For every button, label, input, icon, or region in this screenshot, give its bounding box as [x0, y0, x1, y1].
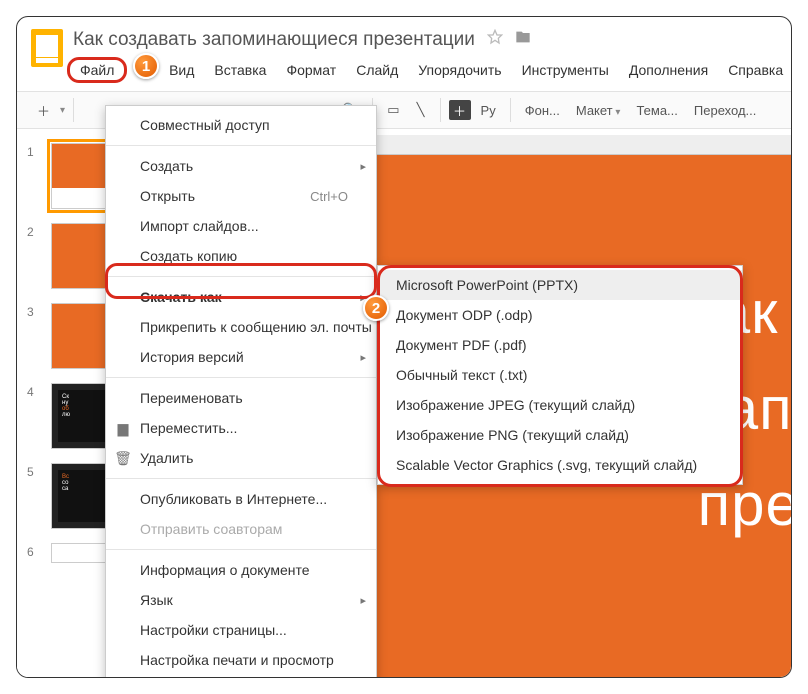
background-button[interactable]: Фон...	[519, 99, 566, 122]
submenu-txt[interactable]: Обычный текст (.txt)	[378, 360, 742, 390]
layout-button[interactable]: Макет	[570, 99, 627, 122]
line-tool[interactable]: ╲	[410, 97, 432, 123]
submenu-pptx[interactable]: Microsoft PowerPoint (PPTX)	[378, 270, 742, 300]
select-tool[interactable]: ▭	[381, 97, 405, 123]
new-slide-button[interactable]: ＋	[31, 97, 56, 123]
menu-import-slides[interactable]: Импорт слайдов...	[106, 211, 376, 241]
download-as-submenu: Microsoft PowerPoint (PPTX) Документ ODP…	[377, 265, 743, 485]
menu-file[interactable]: Файл	[67, 57, 127, 83]
thumb-number: 3	[27, 303, 41, 319]
callout-badge-2: 2	[363, 295, 389, 321]
submenu-png[interactable]: Изображение PNG (текущий слайд)	[378, 420, 742, 450]
transition-button[interactable]: Переход...	[688, 99, 762, 122]
menu-print-preview[interactable]: Настройка печати и просмотр	[106, 645, 376, 675]
file-menu-panel: Совместный доступ Создать ОткрытьCtrl+O …	[105, 105, 377, 678]
thumb-number: 1	[27, 143, 41, 159]
trash-icon: 🗑	[114, 450, 132, 467]
menu-help[interactable]: Справка	[718, 58, 792, 82]
add-comment-button[interactable]: ＋	[449, 100, 471, 120]
menu-open[interactable]: ОткрытьCtrl+O	[106, 181, 376, 211]
submenu-jpeg[interactable]: Изображение JPEG (текущий слайд)	[378, 390, 742, 420]
menu-new[interactable]: Создать	[106, 151, 376, 181]
menu-email-attachment[interactable]: Прикрепить к сообщению эл. почты	[106, 312, 376, 342]
menu-language[interactable]: Язык	[106, 585, 376, 615]
menu-make-copy[interactable]: Создать копию	[106, 241, 376, 271]
menu-addons[interactable]: Дополнения	[619, 58, 718, 82]
thumb-number: 4	[27, 383, 41, 399]
slides-logo	[31, 29, 63, 67]
text-tool[interactable]: Ру	[475, 97, 502, 123]
menu-delete[interactable]: 🗑Удалить	[106, 443, 376, 473]
menu-view[interactable]: Вид	[159, 58, 204, 82]
theme-button[interactable]: Тема...	[630, 99, 683, 122]
menu-format[interactable]: Формат	[276, 58, 346, 82]
submenu-svg[interactable]: Scalable Vector Graphics (.svg, текущий …	[378, 450, 742, 480]
thumb-number: 5	[27, 463, 41, 479]
folder-icon[interactable]	[515, 29, 531, 51]
callout-badge-1: 1	[133, 53, 159, 79]
thumb-number: 6	[27, 543, 41, 559]
menu-move[interactable]: ▆Переместить...	[106, 413, 376, 443]
menu-arrange[interactable]: Упорядочить	[408, 58, 511, 82]
menu-tools[interactable]: Инструменты	[512, 58, 619, 82]
menu-version-history[interactable]: История версий	[106, 342, 376, 372]
menu-email-collaborators: Отправить соавторам	[106, 514, 376, 544]
star-icon[interactable]	[487, 29, 503, 51]
menu-page-setup[interactable]: Настройки страницы...	[106, 615, 376, 645]
menu-share[interactable]: Совместный доступ	[106, 110, 376, 140]
submenu-odp[interactable]: Документ ODP (.odp)	[378, 300, 742, 330]
menu-download-as[interactable]: Скачать как	[106, 282, 376, 312]
submenu-pdf[interactable]: Документ PDF (.pdf)	[378, 330, 742, 360]
menu-slide[interactable]: Слайд	[346, 58, 408, 82]
menu-insert[interactable]: Вставка	[204, 58, 276, 82]
menu-print[interactable]: 🖶ПечатьCtrl+P	[106, 675, 376, 678]
menu-bar: Файл 1 ... Вид Вставка Формат Слайд Упор…	[73, 57, 792, 83]
document-title[interactable]: Как создавать запоминающиеся презентации	[73, 29, 475, 51]
menu-rename[interactable]: Переименовать	[106, 383, 376, 413]
menu-publish-web[interactable]: Опубликовать в Интернете...	[106, 484, 376, 514]
menu-document-details[interactable]: Информация о документе	[106, 555, 376, 585]
folder-icon: ▆	[114, 420, 132, 437]
thumb-number: 2	[27, 223, 41, 239]
